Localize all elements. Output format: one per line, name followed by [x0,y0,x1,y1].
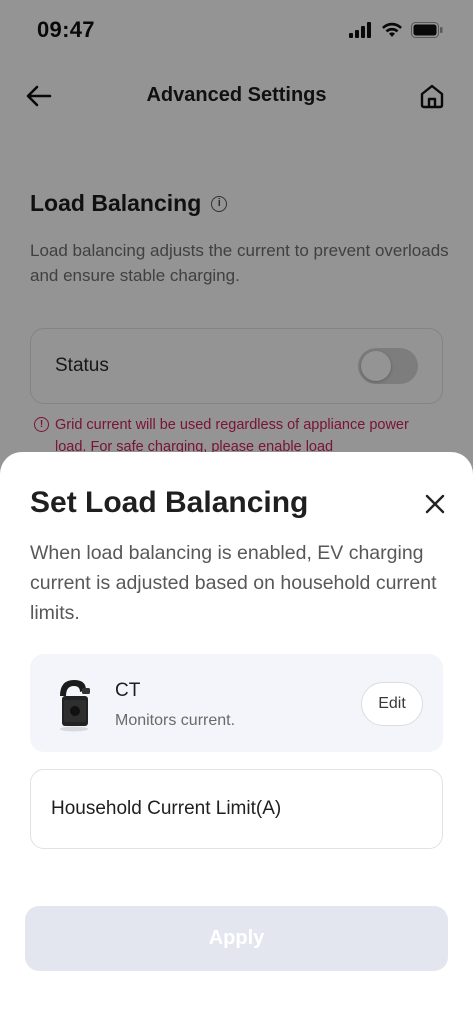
sheet-title: Set Load Balancing [30,486,309,519]
ct-name: CT [115,680,141,701]
ct-card: CT Monitors current. Edit [30,654,443,752]
ct-subtitle: Monitors current. [115,712,236,729]
apply-button[interactable]: Apply [25,906,448,971]
edit-ct-button[interactable]: Edit [361,682,423,726]
household-current-limit-label: Household Current Limit(A) [51,798,282,819]
ct-clamp-icon [52,674,96,732]
set-load-balancing-sheet: Set Load Balancing When load balancing i… [0,452,473,1024]
household-current-limit-field[interactable]: Household Current Limit(A) [30,769,443,849]
close-icon [425,494,445,514]
sheet-description: When load balancing is enabled, EV charg… [30,542,437,624]
close-button[interactable] [421,490,449,518]
